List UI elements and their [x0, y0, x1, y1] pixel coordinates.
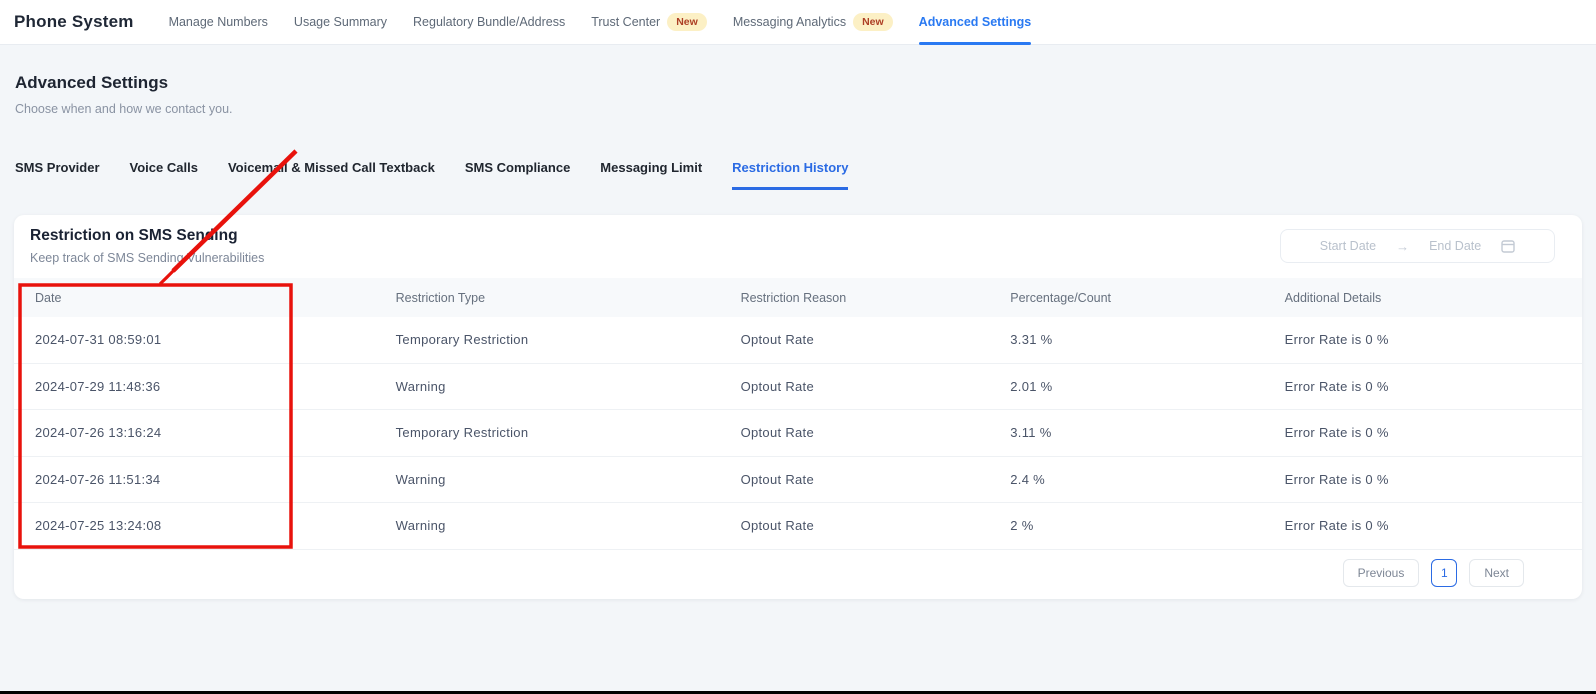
cell-restriction-type: Temporary Restriction — [375, 425, 720, 440]
cell-restriction-reason: Optout Rate — [720, 518, 990, 533]
cell-additional-details: Error Rate is 0 % — [1264, 379, 1582, 394]
table-row: 2024-07-25 13:24:08 Warning Optout Rate … — [14, 503, 1582, 550]
nav-item-manage-numbers[interactable]: Manage Numbers — [156, 0, 281, 45]
tab-voicemail-missed-call-textback[interactable]: Voicemail & Missed Call Textback — [228, 160, 435, 190]
cell-percentage: 2.01 % — [989, 379, 1263, 394]
column-header-percentage-count: Percentage/Count — [989, 291, 1263, 305]
tab-sms-provider[interactable]: SMS Provider — [15, 160, 100, 190]
tab-voice-calls[interactable]: Voice Calls — [130, 160, 198, 190]
table-row: 2024-07-31 08:59:01 Temporary Restrictio… — [14, 317, 1582, 364]
restriction-table: Date Restriction Type Restriction Reason… — [14, 278, 1582, 550]
settings-tabs: SMS Provider Voice Calls Voicemail & Mis… — [15, 160, 1596, 190]
cell-additional-details: Error Rate is 0 % — [1264, 332, 1582, 347]
date-range-picker[interactable]: Start Date → End Date — [1280, 229, 1555, 263]
cell-restriction-reason: Optout Rate — [720, 425, 990, 440]
phone-system-screen: Phone System Manage Numbers Usage Summar… — [0, 0, 1596, 694]
column-header-additional-details: Additional Details — [1264, 291, 1582, 305]
table-row: 2024-07-26 11:51:34 Warning Optout Rate … — [14, 457, 1582, 504]
column-header-date: Date — [14, 291, 375, 305]
tab-restriction-history[interactable]: Restriction History — [732, 160, 848, 190]
page-subtitle: Choose when and how we contact you. — [15, 102, 1596, 116]
column-header-restriction-reason: Restriction Reason — [720, 291, 990, 305]
cell-restriction-type: Temporary Restriction — [375, 332, 720, 347]
cell-restriction-reason: Optout Rate — [720, 379, 990, 394]
cell-date: 2024-07-29 11:48:36 — [14, 379, 375, 394]
nav-item-regulatory-bundle-address[interactable]: Regulatory Bundle/Address — [400, 0, 578, 45]
nav-label: Trust Center — [591, 15, 660, 29]
restriction-history-card: Restriction on SMS Sending Keep track of… — [14, 215, 1582, 599]
cell-date: 2024-07-26 13:16:24 — [14, 425, 375, 440]
nav-label: Messaging Analytics — [733, 15, 846, 29]
end-date-input[interactable]: End Date — [1429, 239, 1481, 253]
cell-additional-details: Error Rate is 0 % — [1264, 425, 1582, 440]
new-badge: New — [853, 13, 893, 31]
nav-item-messaging-analytics[interactable]: Messaging Analytics New — [720, 0, 906, 45]
cell-additional-details: Error Rate is 0 % — [1264, 472, 1582, 487]
start-date-input[interactable]: Start Date — [1320, 239, 1376, 253]
tab-messaging-limit[interactable]: Messaging Limit — [600, 160, 702, 190]
previous-page-button[interactable]: Previous — [1343, 559, 1420, 587]
arrow-right-icon: → — [1396, 239, 1409, 254]
nav-item-trust-center[interactable]: Trust Center New — [578, 0, 720, 45]
nav-item-advanced-settings[interactable]: Advanced Settings — [906, 0, 1045, 45]
page-1-button[interactable]: 1 — [1431, 559, 1457, 587]
cell-restriction-type: Warning — [375, 472, 720, 487]
top-navigation: Phone System Manage Numbers Usage Summar… — [0, 0, 1596, 45]
next-page-button[interactable]: Next — [1469, 559, 1524, 587]
cell-date: 2024-07-25 13:24:08 — [14, 518, 375, 533]
cell-date: 2024-07-31 08:59:01 — [14, 332, 375, 347]
cell-restriction-reason: Optout Rate — [720, 332, 990, 347]
page-header: Advanced Settings Choose when and how we… — [0, 45, 1596, 116]
card-title: Restriction on SMS Sending — [30, 227, 264, 245]
nav-label: Manage Numbers — [169, 15, 268, 29]
cell-restriction-type: Warning — [375, 518, 720, 533]
card-subtitle: Keep track of SMS Sending Vulnerabilitie… — [30, 251, 264, 265]
cell-percentage: 3.31 % — [989, 332, 1263, 347]
card-titles: Restriction on SMS Sending Keep track of… — [30, 227, 264, 265]
table-row: 2024-07-26 13:16:24 Temporary Restrictio… — [14, 410, 1582, 457]
column-header-restriction-type: Restriction Type — [375, 291, 720, 305]
top-nav-items: Manage Numbers Usage Summary Regulatory … — [156, 0, 1045, 45]
cell-additional-details: Error Rate is 0 % — [1264, 518, 1582, 533]
new-badge: New — [667, 13, 707, 31]
nav-label: Advanced Settings — [919, 15, 1032, 29]
app-title: Phone System — [14, 12, 134, 32]
cell-percentage: 2.4 % — [989, 472, 1263, 487]
page-title: Advanced Settings — [15, 73, 1596, 93]
cell-percentage: 2 % — [989, 518, 1263, 533]
cell-percentage: 3.11 % — [989, 425, 1263, 440]
table-row: 2024-07-29 11:48:36 Warning Optout Rate … — [14, 364, 1582, 411]
calendar-icon[interactable] — [1501, 239, 1515, 253]
nav-item-usage-summary[interactable]: Usage Summary — [281, 0, 400, 45]
pagination: Previous 1 Next — [14, 550, 1582, 599]
cell-restriction-reason: Optout Rate — [720, 472, 990, 487]
cell-restriction-type: Warning — [375, 379, 720, 394]
nav-label: Usage Summary — [294, 15, 387, 29]
table-header-row: Date Restriction Type Restriction Reason… — [14, 278, 1582, 317]
cell-date: 2024-07-26 11:51:34 — [14, 472, 375, 487]
card-header: Restriction on SMS Sending Keep track of… — [14, 215, 1582, 278]
nav-label: Regulatory Bundle/Address — [413, 15, 565, 29]
tab-sms-compliance[interactable]: SMS Compliance — [465, 160, 570, 190]
